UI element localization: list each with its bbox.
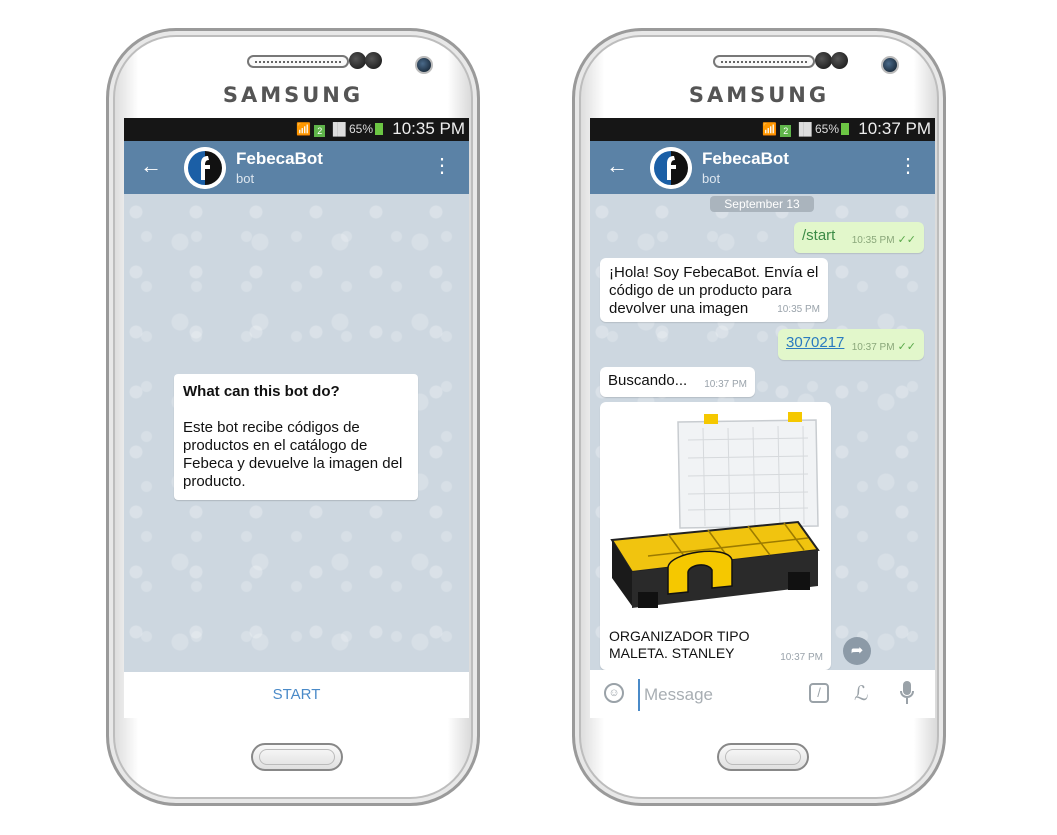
product-code-link[interactable]: 3070217 <box>786 334 844 351</box>
home-button[interactable] <box>717 743 809 771</box>
avatar[interactable] <box>650 147 692 189</box>
slash-command-icon[interactable]: / <box>809 683 829 703</box>
more-vertical-icon[interactable]: ⋮ <box>898 155 918 177</box>
message-outgoing[interactable]: /start 10:35 PM ✓✓ <box>794 222 924 253</box>
message-input[interactable] <box>638 679 796 711</box>
proximity-sensor <box>815 52 832 69</box>
battery-icon <box>841 123 849 135</box>
microphone-icon[interactable] <box>900 680 914 706</box>
paperclip-icon[interactable]: ℒ <box>854 681 868 706</box>
screen: 📶 2 ▐█ 65% 10:35 PM ← FebecaBot bot ⋮ Wh… <box>124 118 469 718</box>
product-photo[interactable] <box>608 410 824 624</box>
screen: 📶 2 ▐█ 65% 10:37 PM ← FebecaBot bot ⋮ Se… <box>590 118 935 718</box>
status-time: 10:37 PM <box>858 119 931 138</box>
message-time: 10:37 PM <box>851 342 895 353</box>
proximity-sensor <box>349 52 366 69</box>
brand-logo: SAMSUNG <box>688 83 830 107</box>
arrow-left-icon[interactable]: ← <box>140 153 162 179</box>
wifi-icon: 📶 <box>761 122 777 136</box>
message-outgoing[interactable]: 3070217 10:37 PM ✓✓ <box>778 329 924 360</box>
chat-subtitle: bot <box>236 171 255 186</box>
photo-message[interactable]: ORGANIZADOR TIPO MALETA. STANLEY 10:37 P… <box>600 402 831 670</box>
info-card-body: Este bot recibe códigos de productos en … <box>183 419 403 490</box>
earpiece-speaker <box>247 55 349 68</box>
sim-badge: 2 <box>314 125 326 137</box>
start-button[interactable]: START <box>124 672 469 718</box>
date-divider: September 13 <box>710 196 814 212</box>
front-camera <box>881 56 899 74</box>
message-meta: 10:37 PM ✓✓ <box>852 338 916 357</box>
status-bar: 📶 2 ▐█ 65% 10:37 PM <box>590 118 935 141</box>
status-time: 10:35 PM <box>392 119 465 138</box>
avatar[interactable] <box>184 147 226 189</box>
status-bar: 📶 2 ▐█ 65% 10:35 PM <box>124 118 469 141</box>
message-text: Buscando... <box>608 372 688 389</box>
wifi-icon: 📶 <box>295 122 311 136</box>
phone-right: SAMSUNG 📶 2 ▐█ 65% 10:37 PM ← FebecaBot <box>572 28 946 806</box>
message-incoming[interactable]: Buscando... 10:37 PM <box>600 367 755 397</box>
forward-icon[interactable]: ➦ <box>843 637 871 665</box>
message-meta: 10:35 PM ✓✓ <box>852 231 916 250</box>
light-sensor <box>365 52 382 69</box>
message-time: 10:35 PM <box>851 235 895 246</box>
home-button[interactable] <box>251 743 343 771</box>
message-time: 10:37 PM <box>780 652 823 663</box>
info-card-title: What can this bot do? <box>183 383 340 400</box>
light-sensor <box>831 52 848 69</box>
febeca-logo-icon <box>650 147 692 189</box>
app-bar: ← FebecaBot bot ⋮ <box>590 141 935 194</box>
battery-percent: 65% <box>348 122 373 136</box>
smiley-icon[interactable]: ☺ <box>604 683 624 703</box>
organizer-case-image <box>610 412 820 608</box>
status-icons: 📶 2 ▐█ 65% <box>296 122 383 137</box>
chat-subtitle: bot <box>702 171 721 186</box>
signal-icon: ▐█ <box>328 122 346 136</box>
message-text: /start <box>802 227 836 244</box>
double-check-icon: ✓✓ <box>897 341 916 353</box>
front-camera <box>415 56 433 74</box>
message-composer: ☺ / ℒ <box>590 670 935 718</box>
brand-logo: SAMSUNG <box>222 83 364 107</box>
chat-title: FebecaBot <box>702 149 789 168</box>
message-incoming[interactable]: ¡Hola! Soy FebecaBot. Envía el código de… <box>600 258 828 322</box>
phone-left: SAMSUNG 📶 2 ▐█ 65% 10:35 PM ← FebecaBot <box>106 28 480 806</box>
message-time: 10:35 PM <box>777 304 820 315</box>
sim-badge: 2 <box>780 125 792 137</box>
app-bar: ← FebecaBot bot ⋮ <box>124 141 469 194</box>
photo-caption: ORGANIZADOR TIPO MALETA. STANLEY <box>609 628 750 661</box>
more-vertical-icon[interactable]: ⋮ <box>432 155 452 177</box>
chat-title: FebecaBot <box>236 149 323 168</box>
arrow-left-icon[interactable]: ← <box>606 153 628 179</box>
signal-icon: ▐█ <box>794 122 812 136</box>
bot-info-card: What can this bot do? Este bot recibe có… <box>174 374 418 500</box>
battery-icon <box>375 123 383 135</box>
status-icons: 📶 2 ▐█ 65% <box>762 122 849 137</box>
message-time: 10:37 PM <box>704 379 747 390</box>
febeca-logo-icon <box>184 147 226 189</box>
battery-percent: 65% <box>814 122 839 136</box>
earpiece-speaker <box>713 55 815 68</box>
double-check-icon: ✓✓ <box>897 234 916 246</box>
